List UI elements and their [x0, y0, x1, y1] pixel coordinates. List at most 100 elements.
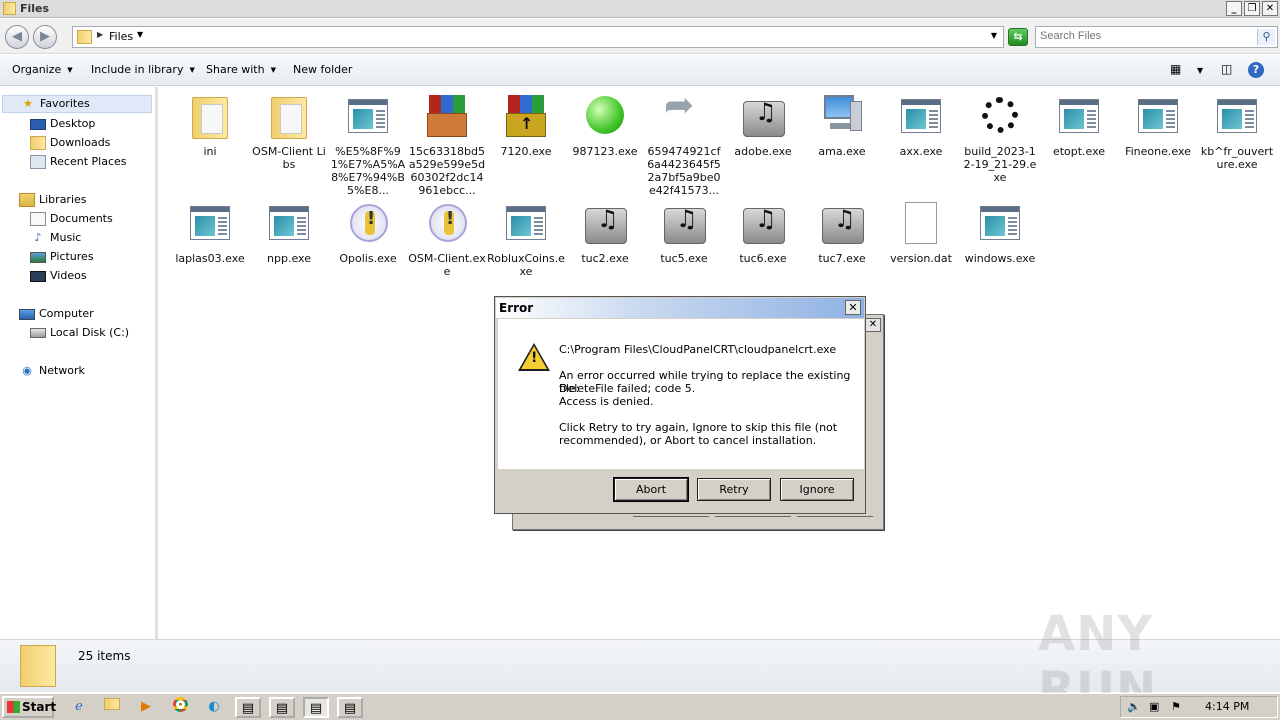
documents-icon — [30, 212, 46, 226]
sidebar-item-downloads[interactable]: Downloads — [30, 136, 110, 150]
action-center-flag-icon[interactable]: ⚑ — [1171, 700, 1181, 713]
back-button[interactable]: ◀ — [5, 25, 29, 49]
breadcrumb-files[interactable]: Files — [109, 30, 133, 43]
file-label: OSM-Client.exe — [408, 252, 486, 278]
file-item[interactable]: OSM-Client Libs — [250, 93, 328, 171]
include-in-library-menu[interactable]: Include in library ▼ — [91, 63, 195, 76]
sidebar-item-computer[interactable]: Computer — [19, 307, 94, 320]
clock[interactable]: 4:14 PM — [1205, 700, 1249, 713]
search-icon[interactable]: ⚲ — [1257, 29, 1275, 45]
file-item[interactable]: ♫ tuc5.exe — [645, 200, 723, 265]
preview-pane-icon[interactable]: ◫ — [1221, 62, 1232, 76]
file-item[interactable]: axx.exe — [882, 93, 960, 158]
file-item[interactable]: ♫ tuc7.exe — [803, 200, 881, 265]
chrome-icon[interactable] — [167, 697, 193, 718]
edge-icon[interactable]: ◐ — [201, 697, 227, 718]
taskbar-app-button[interactable]: ▤ — [337, 697, 363, 718]
sidebar-item-local-disk[interactable]: Local Disk (C:) — [30, 326, 129, 339]
sidebar-item-label: Favorites — [40, 97, 90, 110]
close-icon[interactable]: ✕ — [865, 318, 881, 332]
file-item[interactable]: ↑ 7120.exe — [487, 93, 565, 158]
application-icon — [1059, 99, 1099, 133]
file-item[interactable]: etopt.exe — [1040, 93, 1118, 158]
file-item[interactable]: windows.exe — [961, 200, 1039, 265]
sidebar-item-label: Downloads — [50, 136, 111, 149]
file-item[interactable]: ➦ 659474921cf6a4423645f52a7bf5a9be0e42f4… — [645, 88, 723, 198]
address-bar[interactable]: ▶ Files ▼ ▼ — [72, 26, 1004, 48]
sidebar-item-label: Computer — [39, 307, 94, 320]
new-folder-button[interactable]: New folder — [293, 63, 352, 76]
search-box[interactable]: ⚲ — [1035, 26, 1278, 48]
network-tray-icon[interactable]: ▣ — [1149, 700, 1159, 713]
refresh-button[interactable]: ⇆ — [1008, 28, 1028, 46]
sidebar-item-desktop[interactable]: Desktop — [30, 117, 95, 130]
file-item[interactable]: RobluxCoins.exe — [487, 200, 565, 278]
file-label: tuc6.exe — [739, 252, 787, 265]
share-with-menu[interactable]: Share with ▼ — [206, 63, 276, 76]
file-item[interactable]: Fineone.exe — [1119, 93, 1197, 158]
taskbar-app-button[interactable]: ▤ — [269, 697, 295, 718]
close-button[interactable]: ✕ — [1262, 1, 1278, 16]
file-item[interactable]: laplas03.exe — [171, 200, 249, 265]
sidebar-item-music[interactable]: ♪ Music — [30, 231, 81, 245]
file-explorer-icon[interactable] — [99, 697, 125, 718]
file-path: C:\Program Files\CloudPanelCRT\cloudpane… — [559, 343, 837, 356]
maximize-button[interactable]: ❐ — [1244, 1, 1260, 16]
minimize-button[interactable]: _ — [1226, 1, 1242, 16]
forward-button[interactable]: ▶ — [33, 25, 57, 49]
view-dropdown-icon[interactable]: ▼ — [1197, 66, 1203, 75]
sidebar-item-label: Documents — [50, 212, 113, 225]
file-item[interactable]: kb^fr_ouverture.exe — [1198, 93, 1276, 171]
sidebar-item-pictures[interactable]: Pictures — [30, 250, 94, 263]
abort-button[interactable]: Abort — [613, 477, 689, 502]
file-item[interactable]: ama.exe — [803, 93, 881, 158]
audio-icon: ♫ — [664, 207, 706, 244]
warning-icon — [518, 343, 550, 371]
installer-app-icon: ▤ — [275, 701, 289, 716]
sidebar-item-label: Music — [50, 231, 82, 244]
address-history-dropdown-icon[interactable]: ▼ — [991, 31, 997, 40]
dialog-close-button[interactable]: ✕ — [845, 300, 861, 315]
start-button[interactable]: Start — [2, 696, 56, 718]
sidebar-item-documents[interactable]: Documents — [30, 212, 113, 226]
taskbar: Start ℯ ▶ ◐ ▤ ▤ ▤ ▤ 🔈 ▣ ⚑ 4:14 PM — [0, 693, 1280, 720]
sidebar-item-favorites[interactable]: ★ Favorites — [2, 95, 152, 113]
command-bar: Organize ▼ Include in library ▼ Share with… — [0, 55, 1280, 86]
file-item[interactable]: ♫ tuc2.exe — [566, 200, 644, 265]
sidebar-item-recent-places[interactable]: Recent Places — [30, 155, 127, 169]
breadcrumb-chevron-icon[interactable]: ▶ — [97, 30, 103, 39]
file-item[interactable]: ini — [171, 93, 249, 158]
retry-button[interactable]: Retry — [697, 478, 771, 501]
application-icon — [269, 206, 309, 240]
organize-menu[interactable]: Organize ▼ — [12, 63, 73, 76]
file-item[interactable]: 987123.exe — [566, 93, 644, 158]
libraries-icon — [19, 193, 35, 207]
help-icon[interactable]: ? — [1248, 62, 1264, 78]
volume-icon[interactable]: 🔈 — [1127, 700, 1141, 713]
file-item[interactable]: ♫ tuc6.exe — [724, 200, 802, 265]
media-player-icon[interactable]: ▶ — [133, 697, 159, 718]
file-item[interactable]: build_2023-12-19_21-29.exe — [961, 93, 1039, 184]
view-options-icon[interactable]: ▦ — [1170, 62, 1181, 76]
internet-explorer-icon[interactable]: ℯ — [66, 697, 92, 718]
sidebar-item-network[interactable]: ◉ Network — [19, 364, 85, 378]
file-item[interactable]: %E5%8F%91%E7%A5%A8%E7%94%B5%E8... — [329, 93, 407, 197]
file-item[interactable]: npp.exe — [250, 200, 328, 265]
application-icon — [901, 99, 941, 133]
file-item[interactable]: ♫ adobe.exe — [724, 93, 802, 158]
file-label: 7120.exe — [500, 145, 552, 158]
breadcrumb-dropdown-icon[interactable]: ▼ — [137, 30, 143, 39]
chevron-down-icon: ▼ — [270, 66, 276, 74]
sidebar-item-videos[interactable]: Videos — [30, 269, 87, 282]
file-item[interactable]: OSM-Client.exe — [408, 200, 486, 278]
file-item[interactable]: 15c63318bd5a529e599e5d60302f2dc14961ebcc… — [408, 93, 486, 197]
file-item[interactable]: Opolis.exe — [329, 200, 407, 265]
file-label: Fineone.exe — [1125, 145, 1191, 158]
file-item[interactable]: version.dat — [882, 200, 960, 265]
taskbar-app-button-active[interactable]: ▤ — [303, 697, 329, 718]
search-input[interactable] — [1040, 30, 1250, 42]
dialog-body: C:\Program Files\CloudPanelCRT\cloudpane… — [498, 319, 864, 469]
ignore-button[interactable]: Ignore — [780, 478, 854, 501]
sidebar-item-libraries[interactable]: Libraries — [19, 193, 87, 207]
taskbar-app-button[interactable]: ▤ — [235, 697, 261, 718]
